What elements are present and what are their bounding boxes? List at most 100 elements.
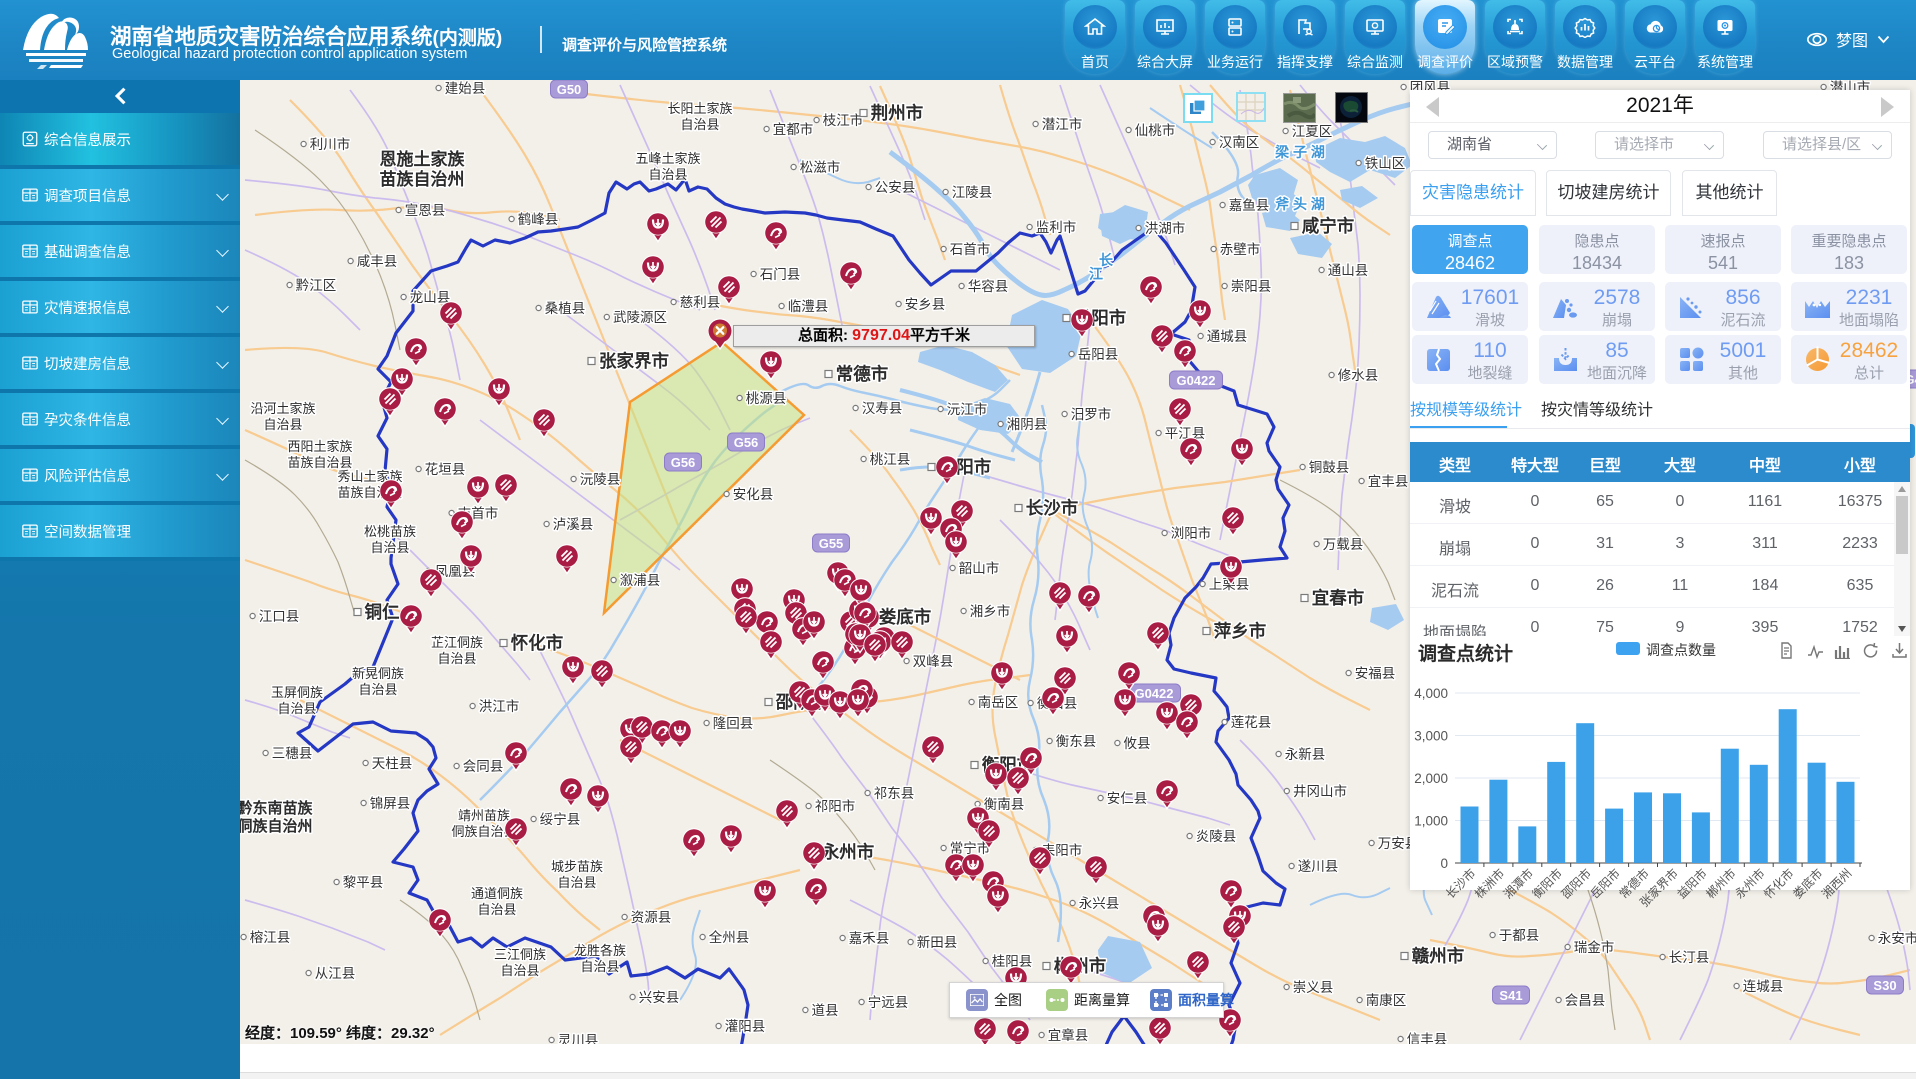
svg-text:松滋市: 松滋市 <box>800 159 841 175</box>
svg-text:咸丰县: 咸丰县 <box>357 254 398 269</box>
svg-text:于都县: 于都县 <box>1499 928 1540 943</box>
svg-text:龙山县: 龙山县 <box>410 290 451 305</box>
svg-text:自治县: 自治县 <box>477 902 516 917</box>
svg-text:湘阴县: 湘阴县 <box>1007 417 1048 432</box>
svg-text:宜丰县: 宜丰县 <box>1368 474 1409 489</box>
svg-text:黔江区: 黔江区 <box>296 278 337 293</box>
svg-text:瑞金市: 瑞金市 <box>1574 939 1615 955</box>
svg-text:永安市: 永安市 <box>1878 930 1916 946</box>
svg-text:祁东县: 祁东县 <box>874 786 915 801</box>
svg-text:赤壁市: 赤壁市 <box>1220 241 1261 257</box>
svg-text:双峰县: 双峰县 <box>913 654 954 669</box>
svg-text:道县: 道县 <box>812 1003 839 1018</box>
svg-text:娄底市: 娄底市 <box>879 607 932 627</box>
svg-text:S41: S41 <box>1499 988 1522 1003</box>
svg-text:洪湖市: 洪湖市 <box>1145 220 1186 236</box>
svg-text:铁山区: 铁山区 <box>1365 156 1406 171</box>
svg-text:五峰土家族: 五峰土家族 <box>635 151 700 166</box>
svg-text:自治县: 自治县 <box>263 417 302 432</box>
svg-text:连城县: 连城县 <box>1743 979 1784 994</box>
svg-text:芷江侗族: 芷江侗族 <box>431 635 483 650</box>
svg-text:泸溪县: 泸溪县 <box>553 517 594 532</box>
svg-text:新晃侗族: 新晃侗族 <box>352 666 404 681</box>
svg-text:长沙市: 长沙市 <box>1026 498 1079 518</box>
svg-text:沿河土家族: 沿河土家族 <box>250 401 315 416</box>
svg-text:建始县: 建始县 <box>445 81 486 96</box>
svg-text:兴安县: 兴安县 <box>639 990 680 1005</box>
svg-text:三穗县: 三穗县 <box>272 746 313 761</box>
svg-text:永兴县: 永兴县 <box>1079 896 1120 911</box>
svg-text:新田县: 新田县 <box>917 935 958 950</box>
svg-text:平江县: 平江县 <box>1165 426 1206 441</box>
svg-text:衡东县: 衡东县 <box>1056 734 1097 749</box>
svg-text:临澧县: 临澧县 <box>788 299 829 314</box>
svg-text:城步苗族: 城步苗族 <box>551 859 603 874</box>
svg-text:桃源县: 桃源县 <box>746 391 787 406</box>
svg-text:2,000: 2,000 <box>1414 771 1448 786</box>
svg-text:自治县: 自治县 <box>648 167 687 182</box>
svg-text:通道侗族: 通道侗族 <box>471 886 523 901</box>
svg-text:全州县: 全州县 <box>709 929 750 945</box>
svg-text:通山县: 通山县 <box>1328 263 1369 278</box>
svg-text:江夏区: 江夏区 <box>1292 124 1333 139</box>
svg-text:天柱县: 天柱县 <box>372 756 413 771</box>
svg-text:自治县: 自治县 <box>680 117 719 132</box>
svg-text:汉南区: 汉南区 <box>1219 135 1260 150</box>
svg-text:宜春市: 宜春市 <box>1312 588 1365 608</box>
svg-text:灌阳县: 灌阳县 <box>725 1019 766 1034</box>
svg-text:炎陵县: 炎陵县 <box>1196 829 1237 844</box>
svg-text:遂川县: 遂川县 <box>1298 859 1339 874</box>
svg-text:苗族自治州: 苗族自治州 <box>380 169 465 189</box>
svg-text:长汀县: 长汀县 <box>1669 950 1710 965</box>
svg-text:三江侗族: 三江侗族 <box>494 947 546 962</box>
svg-text:嘉鱼县: 嘉鱼县 <box>1229 197 1270 213</box>
svg-text:资源县: 资源县 <box>631 910 672 925</box>
svg-text:溆浦县: 溆浦县 <box>620 573 661 588</box>
svg-text:张家界市: 张家界市 <box>599 351 669 371</box>
svg-text:G50: G50 <box>557 82 582 97</box>
svg-text:莲花县: 莲花县 <box>1231 715 1272 730</box>
svg-text:萍乡市: 萍乡市 <box>1214 621 1267 641</box>
svg-text:宜都市: 宜都市 <box>773 121 814 137</box>
svg-text:枝江市: 枝江市 <box>823 112 864 128</box>
svg-text:安仁县: 安仁县 <box>1107 791 1148 806</box>
svg-text:衡南县: 衡南县 <box>984 797 1025 812</box>
svg-text:赣州市: 赣州市 <box>1412 946 1465 966</box>
svg-text:监利市: 监利市 <box>1036 219 1077 235</box>
svg-text:咸宁市: 咸宁市 <box>1302 216 1355 236</box>
svg-text:鹤峰县: 鹤峰县 <box>518 212 559 227</box>
svg-text:安福县: 安福县 <box>1355 666 1396 681</box>
svg-text:怀化市: 怀化市 <box>511 633 564 653</box>
svg-text:S30: S30 <box>1873 978 1896 993</box>
svg-text:潜江市: 潜江市 <box>1042 116 1083 132</box>
svg-text:岳阳县: 岳阳县 <box>1078 347 1119 362</box>
svg-text:绥宁县: 绥宁县 <box>540 811 581 827</box>
svg-text:攸县: 攸县 <box>1124 736 1151 751</box>
svg-text:黔东南苗族: 黔东南苗族 <box>240 799 313 817</box>
svg-text:隆回县: 隆回县 <box>713 716 754 731</box>
svg-text:韶山市: 韶山市 <box>959 560 1000 576</box>
svg-text:石门县: 石门县 <box>760 267 801 282</box>
svg-text:南岳区: 南岳区 <box>978 695 1019 710</box>
svg-text:浏阳市: 浏阳市 <box>1171 525 1212 541</box>
svg-text:0: 0 <box>1440 856 1448 871</box>
svg-text:通城县: 通城县 <box>1207 329 1248 344</box>
svg-text:嘉禾县: 嘉禾县 <box>849 931 890 946</box>
svg-text:仙桃市: 仙桃市 <box>1135 122 1176 138</box>
svg-text:崇阳县: 崇阳县 <box>1231 279 1272 294</box>
svg-text:3,000: 3,000 <box>1414 729 1448 744</box>
svg-text:锦屏县: 锦屏县 <box>370 796 411 811</box>
svg-text:榕江县: 榕江县 <box>250 930 291 945</box>
svg-text:自治县: 自治县 <box>358 682 397 697</box>
svg-text:自治县: 自治县 <box>500 963 539 978</box>
svg-text:湘乡市: 湘乡市 <box>970 603 1011 619</box>
svg-text:宁远县: 宁远县 <box>868 994 909 1010</box>
svg-text:汨罗市: 汨罗市 <box>1071 406 1112 422</box>
svg-text:梁 子 湖: 梁 子 湖 <box>1274 144 1325 160</box>
svg-text:龙胜各族: 龙胜各族 <box>574 943 626 958</box>
svg-text:洪江市: 洪江市 <box>479 698 520 714</box>
svg-text:桃江县: 桃江县 <box>870 452 911 467</box>
svg-text:桂阳县: 桂阳县 <box>992 954 1033 969</box>
svg-text:公安县: 公安县 <box>875 180 916 195</box>
svg-text:石首市: 石首市 <box>950 241 991 257</box>
